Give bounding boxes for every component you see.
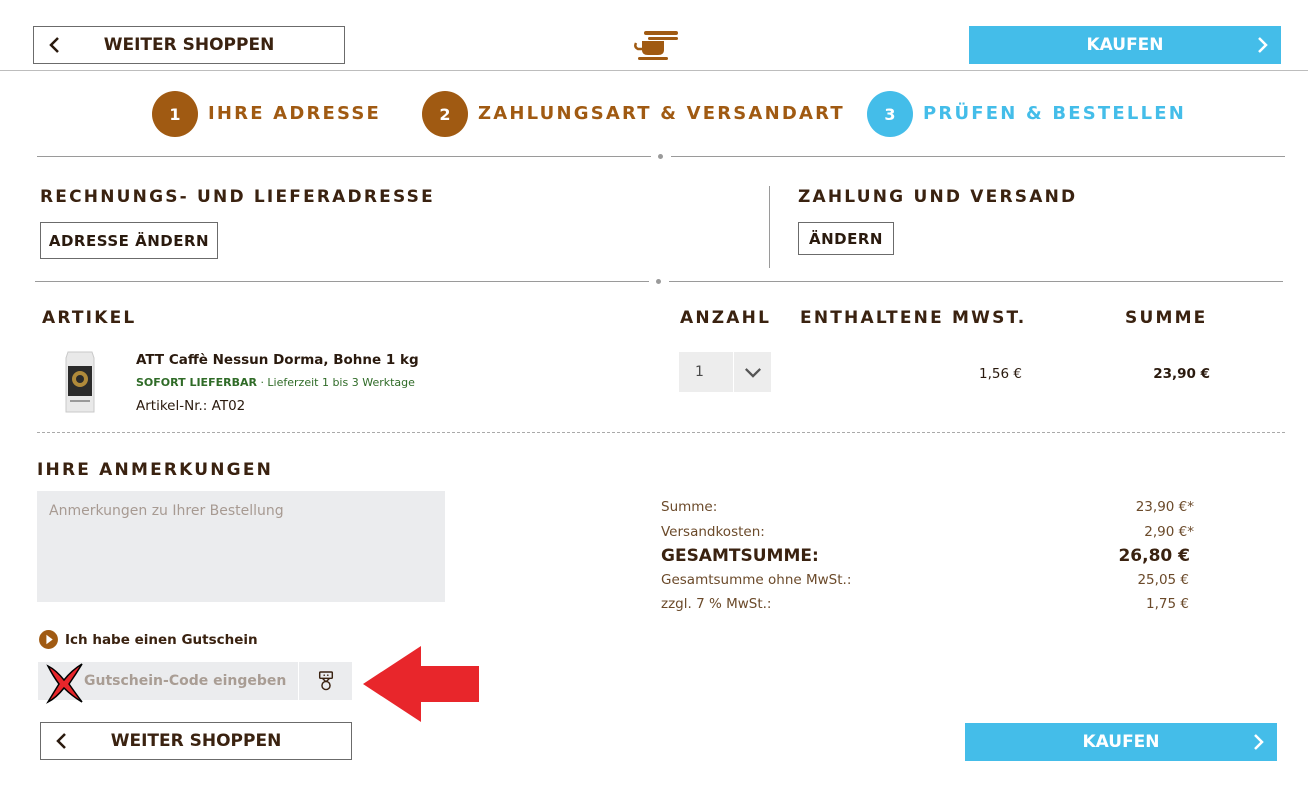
coffee-cup-icon (634, 28, 680, 62)
item-sum: 23,90 € (1153, 366, 1210, 382)
divider-right-2 (669, 281, 1283, 282)
step-3-label: PRÜFEN & BESTELLEN (923, 103, 1187, 124)
chevron-left-icon (49, 37, 59, 53)
vat-label: zzgl. 7 % MwSt.: (661, 596, 772, 612)
delivery-time: · Lieferzeit 1 bis 3 Werktage (260, 376, 415, 389)
buy-label: KAUFEN (1086, 35, 1164, 55)
chevron-right-icon (1258, 37, 1268, 53)
change-address-button[interactable]: ADRESSE ÄNDERN (40, 222, 218, 259)
coupon-link-label: Ich habe einen Gutschein (65, 631, 258, 648)
notes-textarea[interactable] (37, 491, 445, 602)
quantity-select[interactable]: 1 (679, 352, 771, 392)
continue-shopping-label: WEITER SHOPPEN (103, 35, 275, 55)
subtotal-label: Summe: (661, 499, 718, 515)
step-2-label[interactable]: ZAHLUNGSART & VERSANDART (478, 103, 845, 124)
continue-shopping-button[interactable]: WEITER SHOPPEN (33, 26, 345, 64)
divider-dot (658, 154, 663, 159)
header-qty: ANZAHL (680, 308, 772, 328)
divider-left-2 (35, 281, 649, 282)
chevron-right-icon (1254, 734, 1264, 750)
coupon-code-input[interactable] (84, 662, 298, 700)
step-1-circle[interactable]: 1 (152, 91, 198, 137)
play-circle-icon (39, 630, 58, 649)
vat-value: 1,75 € (1146, 596, 1189, 612)
notes-title: IHRE ANMERKUNGEN (37, 460, 274, 480)
availability-status: SOFORT LIEFERBAR (136, 376, 257, 389)
coupon-toggle[interactable]: Ich habe einen Gutschein (38, 629, 258, 650)
subtotal-value: 23,90 €* (1135, 499, 1194, 515)
quantity-value: 1 (695, 364, 704, 380)
continue-shopping-button-bottom[interactable]: WEITER SHOPPEN (40, 722, 352, 760)
step-2-circle[interactable]: 2 (422, 91, 468, 137)
grand-total-value: 26,80 € (1118, 546, 1190, 566)
product-name[interactable]: ATT Caffè Nessun Dorma, Bohne 1 kg (136, 352, 419, 368)
divider-right (671, 156, 1285, 157)
vertical-divider (769, 186, 770, 268)
divider-left (37, 156, 651, 157)
voucher-icon (318, 671, 333, 691)
chevron-down-icon[interactable] (734, 367, 771, 378)
net-total-label: Gesamtsumme ohne MwSt.: (661, 572, 852, 588)
table-divider (37, 432, 1285, 433)
divider-dot-2 (656, 279, 661, 284)
change-payment-button[interactable]: ÄNDERN (798, 222, 894, 255)
payment-title: ZAHLUNG UND VERSAND (798, 187, 1078, 207)
buy-button-top[interactable]: KAUFEN (969, 26, 1281, 64)
x-mark-icon (38, 662, 84, 704)
chevron-left-icon (56, 733, 66, 749)
net-total-value: 25,05 € (1137, 572, 1189, 588)
coupon-submit-button[interactable] (298, 662, 352, 700)
grand-total-label: GESAMTSUMME: (661, 546, 819, 566)
coupon-field (38, 662, 352, 704)
header-article: ARTIKEL (42, 308, 137, 328)
address-title: RECHNUNGS- UND LIEFERADRESSE (40, 187, 435, 207)
continue-shopping-label-bottom: WEITER SHOPPEN (110, 731, 282, 751)
header-vat: ENTHALTENE MWST. (800, 308, 1027, 328)
step-1-label[interactable]: IHRE ADRESSE (208, 103, 381, 124)
header-sum: SUMME (1125, 308, 1208, 328)
product-article-number: Artikel-Nr.: AT02 (136, 398, 246, 414)
product-image[interactable] (60, 348, 100, 416)
red-arrow-icon (363, 646, 479, 722)
header-divider (0, 70, 1308, 71)
item-vat: 1,56 € (979, 366, 1022, 382)
step-3-circle: 3 (867, 91, 913, 137)
buy-button-bottom[interactable]: KAUFEN (965, 723, 1277, 761)
shipping-value: 2,90 €* (1144, 524, 1194, 540)
product-availability: SOFORT LIEFERBAR · Lieferzeit 1 bis 3 We… (136, 376, 415, 389)
buy-label-bottom: KAUFEN (1082, 732, 1160, 752)
shipping-label: Versandkosten: (661, 524, 765, 540)
